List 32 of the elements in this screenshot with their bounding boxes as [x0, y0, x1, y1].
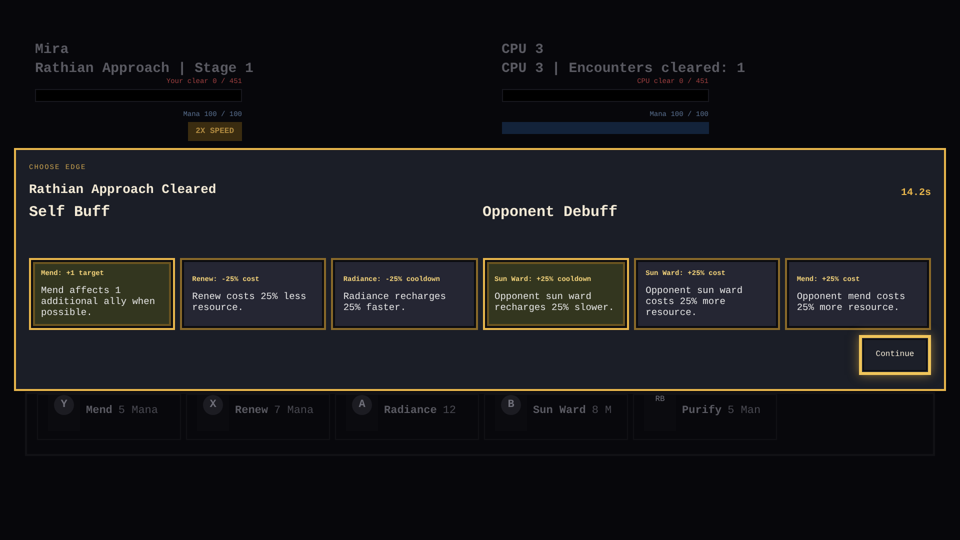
- option-description: Renew costs 25% less resource.: [192, 290, 308, 312]
- option-description: Opponent sun ward costs 25% more resource.: [646, 285, 744, 318]
- countdown-timer: 14.2s: [900, 187, 931, 201]
- key-badge: A: [352, 395, 372, 415]
- skill-card[interactable]: RB Purify 5 Man: [633, 394, 777, 440]
- key-badge: B: [501, 395, 521, 415]
- player-name: CPU 3: [502, 41, 545, 60]
- player-status: CPU 3 | Encounters cleared: 1: [502, 60, 746, 78]
- skill-cost: 7 Mana: [274, 404, 314, 419]
- key-badge: X: [203, 395, 223, 415]
- player-status: Rathian Approach | Stage 1: [35, 60, 254, 78]
- continue-button[interactable]: Continue: [859, 335, 931, 375]
- option-description: Radiance recharges 25% faster.: [343, 290, 447, 312]
- skill-name: Purify: [682, 404, 722, 419]
- skill-name: Mend: [86, 404, 112, 419]
- skill-name: Sun Ward: [533, 404, 586, 419]
- option-description: Mend affects 1 additional ally when possible.: [41, 285, 156, 318]
- section-heading: Opponent Debuff: [482, 203, 619, 223]
- speed-button[interactable]: 2X SPEED: [188, 122, 242, 141]
- option-description: Opponent sun ward recharges 25% slower.: [494, 290, 616, 312]
- option-description: Opponent mend costs 25% more resource.: [796, 290, 906, 312]
- key-badge: Y: [54, 395, 74, 415]
- skill-cost: 5 Mana: [118, 404, 158, 419]
- skill-name: Renew: [235, 404, 268, 419]
- skill-cost: 8 M: [592, 404, 612, 419]
- key-label: RB: [655, 395, 665, 405]
- dialog-title: Rathian Approach Cleared: [29, 182, 216, 198]
- skill-cost: 5 Man: [728, 404, 761, 419]
- skill-cost: 12: [442, 404, 456, 419]
- player-name: Mira: [35, 41, 70, 60]
- skill-name: Radiance: [384, 404, 437, 419]
- section-heading: Self Buff: [29, 203, 112, 223]
